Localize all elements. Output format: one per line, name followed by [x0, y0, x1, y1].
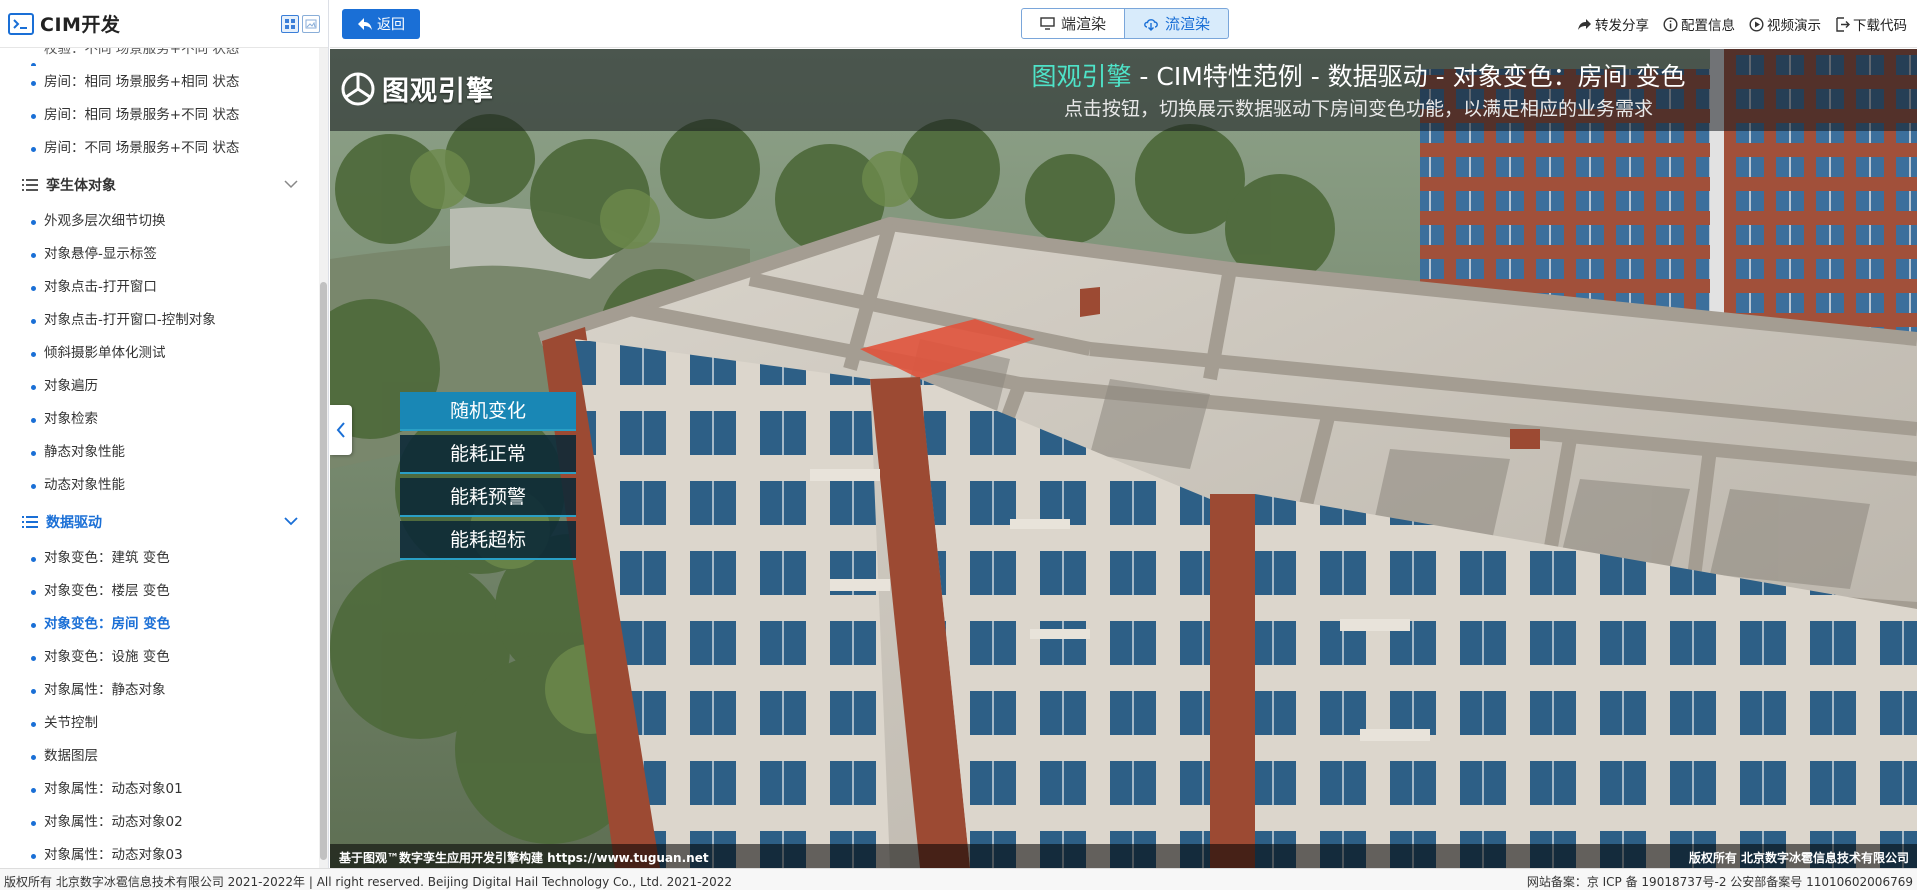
sidebar-item[interactable]: 对象属性：动态对象01	[0, 773, 320, 806]
play-icon	[1749, 16, 1764, 32]
view-toggle	[281, 15, 320, 33]
back-button-label: 返回	[377, 17, 405, 33]
sidebar-header: CIM开发	[0, 0, 328, 48]
sidebar-item[interactable]: 校验：不同 场景服务+不同 状态	[0, 48, 320, 66]
download-icon	[1836, 16, 1850, 32]
config-label: 配置信息	[1681, 18, 1735, 34]
share-icon	[1578, 18, 1591, 30]
scene-title: 图观引擎 - CIM特性范例 - 数据驱动 - 对象变色：房间 变色	[330, 57, 1917, 93]
copyright-text: 版权所有 北京数字冰雹信息技术有限公司 2021-2022年 | All rig…	[4, 875, 733, 889]
scene-title-highlight: 图观引擎	[1031, 62, 1132, 91]
sidebar-item[interactable]: 房间：相同 场景服务+相同 状态	[0, 66, 320, 99]
video-button[interactable]: 视频演示	[1749, 14, 1821, 34]
sidebar-item[interactable]: 对象变色：设施 变色	[0, 641, 320, 674]
download-button[interactable]: 下载代码	[1835, 14, 1907, 34]
sidebar-item[interactable]: 对象属性：动态对象03	[0, 839, 320, 868]
energy-exceed-button[interactable]: 能耗超标	[400, 521, 576, 560]
sidebar-group-label: 数据驱动	[46, 515, 102, 531]
control-panel: 随机变化 能耗正常 能耗预警 能耗超标	[400, 392, 576, 564]
random-change-button[interactable]: 随机变化	[400, 392, 576, 431]
sidebar-item[interactable]: 房间：相同 场景服务+不同 状态	[0, 99, 320, 132]
chevron-down-icon	[284, 180, 298, 189]
sidebar-item[interactable]: 静态对象性能	[0, 436, 320, 469]
sidebar-item[interactable]: 对象点击-打开窗口	[0, 271, 320, 304]
stream-render-label: 流渲染	[1164, 15, 1210, 33]
sidebar-item[interactable]: 对象点击-打开窗口-控制对象	[0, 304, 320, 337]
sidebar-item[interactable]: 倾斜摄影单体化测试	[0, 337, 320, 370]
sidebar-item[interactable]: 对象变色：建筑 变色	[0, 542, 320, 575]
list-icon	[22, 179, 38, 191]
sidebar-item[interactable]: 动态对象性能	[0, 469, 320, 502]
client-render-button[interactable]: 端渲染	[1021, 8, 1125, 39]
chevron-down-icon	[284, 517, 298, 526]
sidebar-item[interactable]: 关节控制	[0, 707, 320, 740]
sidebar-item[interactable]: 对象悬停-显示标签	[0, 238, 320, 271]
scene-viewport[interactable]: 图观引擎 图观引擎 - CIM特性范例 - 数据驱动 - 对象变色：房间 变色 …	[330, 49, 1917, 868]
video-label: 视频演示	[1767, 18, 1821, 34]
grid-view-icon[interactable]	[281, 15, 299, 33]
sidebar-item-active[interactable]: 对象变色：房间 变色	[0, 608, 320, 641]
scene-footer-left: 基于图观™数字孪生应用开发引擎构建 https://www.tuguan.net	[339, 851, 709, 865]
image-view-icon[interactable]	[302, 15, 320, 33]
scene-title-text: - CIM特性范例 - 数据驱动 - 对象变色：房间 变色	[1131, 62, 1686, 91]
share-label: 转发分享	[1595, 18, 1649, 34]
scene-footer: 基于图观™数字孪生应用开发引擎构建 https://www.tuguan.net…	[330, 844, 1917, 868]
cloud-download-icon	[1144, 18, 1158, 31]
sidebar-item[interactable]: 对象属性：静态对象	[0, 674, 320, 707]
topbar: 返回 端渲染 流渲染 转发分享 配置信息 视频演示 下载代码	[330, 0, 1917, 48]
sidebar-item[interactable]: 对象属性：动态对象02	[0, 806, 320, 839]
sidebar-group-label: 孪生体对象	[46, 178, 116, 194]
render-mode-toggle: 端渲染 流渲染	[1021, 8, 1229, 39]
toolbar: 转发分享 配置信息 视频演示 下载代码	[1577, 14, 1907, 34]
energy-normal-button[interactable]: 能耗正常	[400, 435, 576, 474]
sidebar-item[interactable]: 数据图层	[0, 740, 320, 773]
sidebar-item[interactable]: 对象变色：楼层 变色	[0, 575, 320, 608]
client-render-label: 端渲染	[1060, 15, 1106, 33]
download-label: 下载代码	[1853, 18, 1907, 34]
config-button[interactable]: 配置信息	[1663, 14, 1735, 34]
status-bar: 版权所有 北京数字冰雹信息技术有限公司 2021-2022年 | All rig…	[0, 868, 1917, 890]
sidebar-item[interactable]: 对象检索	[0, 403, 320, 436]
sidebar-item[interactable]: 房间：不同 场景服务+不同 状态	[0, 132, 320, 165]
back-button[interactable]: 返回	[342, 9, 420, 39]
sidebar: CIM开发 校验：不同 场景服务+不同 状态 房间：相同 场景服务+相同 状态 …	[0, 0, 329, 868]
scene-subtitle: 点击按钮，切换展示数据驱动下房间变色功能，以满足相应的业务需求	[1063, 98, 1653, 120]
sidebar-group-twin[interactable]: 孪生体对象	[0, 165, 320, 205]
scrollbar-thumb[interactable]	[320, 282, 327, 860]
sidebar-menu: 校验：不同 场景服务+不同 状态 房间：相同 场景服务+相同 状态 房间：相同 …	[0, 48, 320, 868]
sidebar-title: CIM开发	[40, 14, 121, 36]
sidebar-item[interactable]: 对象遍历	[0, 370, 320, 403]
scene-footer-right: 版权所有 北京数字冰雹信息技术有限公司	[1688, 851, 1909, 865]
energy-warning-button[interactable]: 能耗预警	[400, 478, 576, 517]
info-icon	[1663, 16, 1678, 32]
sidebar-group-data[interactable]: 数据驱动	[0, 502, 320, 542]
sidebar-item[interactable]: 外观多层次细节切换	[0, 205, 320, 238]
app-logo-icon	[8, 12, 34, 35]
chevron-left-icon	[336, 422, 345, 438]
back-arrow-icon	[358, 18, 372, 30]
collapse-sidebar-button[interactable]	[330, 405, 352, 455]
list-icon	[22, 516, 38, 528]
stream-render-button[interactable]: 流渲染	[1125, 8, 1229, 39]
monitor-icon	[1040, 17, 1055, 30]
icp-record-link[interactable]: 网站备案：京 ICP 备 19018737号-2 公安部备案号 11010602…	[1527, 873, 1913, 890]
share-button[interactable]: 转发分享	[1577, 14, 1649, 34]
